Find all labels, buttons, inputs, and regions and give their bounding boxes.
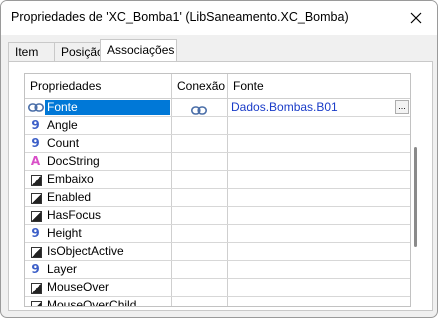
- numeric-icon: 9: [31, 262, 40, 276]
- property-row[interactable]: MouseOverChild: [25, 297, 410, 307]
- fonte-cell[interactable]: [227, 207, 410, 224]
- property-name: Height: [47, 226, 82, 240]
- conexao-cell[interactable]: [171, 261, 227, 278]
- property-name-cell[interactable]: Embaixo: [25, 171, 171, 188]
- property-name: Layer: [47, 262, 78, 276]
- fonte-cell[interactable]: [227, 297, 410, 306]
- grid-rows: Fonte Dados.Bombas.B01... 9 Angle 9 Count A Doc…: [25, 99, 410, 307]
- boolean-icon: [31, 193, 42, 204]
- conexao-cell[interactable]: [171, 117, 227, 134]
- property-name: DocString: [47, 154, 100, 168]
- fonte-cell[interactable]: [227, 225, 410, 242]
- property-name: HasFocus: [47, 208, 102, 222]
- header-fonte[interactable]: Fonte: [227, 74, 410, 98]
- grid-header: Propriedades Conexão Fonte: [25, 74, 410, 99]
- window-title: Propriedades de 'XC_Bomba1' (LibSaneamen…: [11, 10, 349, 24]
- property-row[interactable]: IsObjectActive: [25, 243, 410, 261]
- properties-dialog: Propriedades de 'XC_Bomba1' (LibSaneamen…: [0, 0, 438, 318]
- conexao-cell[interactable]: [171, 189, 227, 206]
- fonte-cell[interactable]: [227, 153, 410, 170]
- link-icon: [191, 103, 207, 115]
- property-name: MouseOver: [47, 280, 110, 294]
- property-row[interactable]: Embaixo: [25, 171, 410, 189]
- tab-associacoes[interactable]: Associações: [100, 39, 177, 61]
- property-name-cell[interactable]: Enabled: [25, 189, 171, 206]
- boolean-icon: [31, 175, 42, 186]
- property-name: Enabled: [47, 190, 92, 204]
- fonte-cell[interactable]: [227, 189, 410, 206]
- property-row[interactable]: Fonte Dados.Bombas.B01...: [25, 99, 410, 117]
- browse-button[interactable]: ...: [395, 100, 409, 114]
- property-row[interactable]: HasFocus: [25, 207, 410, 225]
- conexao-cell[interactable]: [171, 135, 227, 152]
- boolean-icon: [31, 301, 42, 306]
- fonte-cell[interactable]: [227, 279, 410, 296]
- property-row[interactable]: 9 Layer: [25, 261, 410, 279]
- property-name-cell[interactable]: A DocString: [25, 153, 171, 170]
- fonte-cell[interactable]: [227, 135, 410, 152]
- boolean-icon: [31, 247, 42, 258]
- property-row[interactable]: MouseOver: [25, 279, 410, 297]
- numeric-icon: 9: [31, 118, 40, 132]
- vertical-scrollbar[interactable]: [414, 147, 417, 247]
- close-button[interactable]: [405, 7, 427, 29]
- fonte-value: Dados.Bombas.B01: [231, 100, 338, 114]
- conexao-cell[interactable]: [171, 225, 227, 242]
- property-row[interactable]: Enabled: [25, 189, 410, 207]
- property-name: Angle: [47, 118, 78, 132]
- boolean-icon: [31, 283, 42, 294]
- numeric-icon: 9: [31, 226, 40, 240]
- numeric-icon: 9: [31, 136, 40, 150]
- property-name: MouseOverChild: [47, 298, 137, 307]
- conexao-cell[interactable]: [171, 99, 227, 116]
- tab-item[interactable]: Item: [8, 42, 56, 61]
- fonte-cell[interactable]: Dados.Bombas.B01...: [227, 99, 410, 116]
- property-name-cell[interactable]: 9 Height: [25, 225, 171, 242]
- property-name: IsObjectActive: [47, 244, 124, 258]
- header-propriedades[interactable]: Propriedades: [25, 74, 171, 98]
- tab-strip: Item Posição Associações: [8, 39, 432, 61]
- property-name-cell[interactable]: MouseOverChild: [25, 297, 171, 307]
- property-name: Embaixo: [47, 172, 94, 186]
- property-name: Fonte: [47, 100, 78, 114]
- conexao-cell[interactable]: [171, 297, 227, 306]
- conexao-cell[interactable]: [171, 171, 227, 188]
- property-name-cell[interactable]: 9 Count: [25, 135, 171, 152]
- property-name-cell[interactable]: HasFocus: [25, 207, 171, 224]
- link-icon: [28, 101, 44, 114]
- property-row[interactable]: A DocString: [25, 153, 410, 171]
- property-name-cell[interactable]: Fonte: [25, 99, 171, 116]
- title-bar: Propriedades de 'XC_Bomba1' (LibSaneamen…: [1, 1, 437, 35]
- string-icon: A: [30, 154, 41, 168]
- header-conexao[interactable]: Conexão: [171, 74, 227, 98]
- conexao-cell[interactable]: [171, 243, 227, 260]
- property-name: Count: [47, 136, 80, 150]
- property-name-cell[interactable]: IsObjectActive: [25, 243, 171, 260]
- properties-grid[interactable]: Propriedades Conexão Fonte Fonte Dados.Bo…: [24, 73, 411, 307]
- fonte-cell[interactable]: [227, 243, 410, 260]
- fonte-cell[interactable]: [227, 171, 410, 188]
- boolean-icon: [31, 211, 42, 222]
- close-x-icon: [410, 12, 422, 24]
- fonte-cell[interactable]: [227, 261, 410, 278]
- conexao-cell[interactable]: [171, 207, 227, 224]
- property-row[interactable]: 9 Height: [25, 225, 410, 243]
- fonte-cell[interactable]: [227, 117, 410, 134]
- property-row[interactable]: 9 Angle: [25, 117, 410, 135]
- property-name-cell[interactable]: MouseOver: [25, 279, 171, 296]
- property-row[interactable]: 9 Count: [25, 135, 410, 153]
- conexao-cell[interactable]: [171, 279, 227, 296]
- property-name-cell[interactable]: 9 Layer: [25, 261, 171, 278]
- associacoes-panel: Propriedades Conexão Fonte Fonte Dados.Bo…: [8, 61, 433, 311]
- property-name-cell[interactable]: 9 Angle: [25, 117, 171, 134]
- conexao-cell[interactable]: [171, 153, 227, 170]
